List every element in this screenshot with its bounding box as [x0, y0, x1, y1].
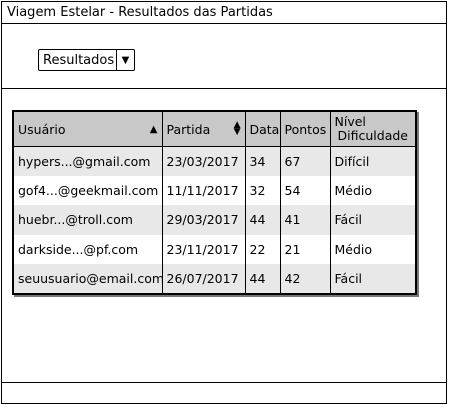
- cell-usuario: gof4...@geekmail.com: [14, 176, 162, 206]
- footer-divider: [2, 382, 446, 383]
- column-header-partida-label: Partida: [166, 121, 211, 137]
- triangle-down-icon[interactable]: ▼: [116, 50, 134, 70]
- table-row[interactable]: darkside...@pf.com 23/11/2017 22 21 Médi…: [14, 234, 415, 264]
- cell-nivel: Fácil: [329, 263, 415, 293]
- cell-usuario: huebr...@troll.com: [14, 205, 162, 235]
- results-table: Usuário ▲ Partida ▲ ▼ Data Pontos Nível …: [12, 110, 417, 295]
- column-header-data-label: Data: [249, 121, 280, 137]
- title-bar: Viagem Estelar - Resultados das Partidas: [2, 2, 446, 24]
- cell-pontos: 41: [279, 205, 330, 235]
- cell-nivel: Médio: [329, 176, 415, 206]
- table-row[interactable]: gof4...@geekmail.com 11/11/2017 32 54 Mé…: [14, 176, 415, 206]
- cell-usuario: seuusuario@email.com: [14, 263, 162, 293]
- cell-partida: 11/11/2017: [161, 176, 245, 206]
- column-header-nivel-line1: Nível: [334, 114, 366, 129]
- table-row[interactable]: huebr...@troll.com 29/03/2017 44 41 Fáci…: [14, 205, 415, 235]
- column-header-usuario-label: Usuário: [18, 121, 66, 137]
- sort-both-icon[interactable]: ▲ ▼: [234, 121, 241, 137]
- toolbar-divider: [2, 88, 446, 89]
- results-dropdown[interactable]: Resultados ▼: [38, 49, 135, 71]
- sort-ascending-icon[interactable]: ▲: [150, 124, 158, 135]
- cell-partida: 23/11/2017: [161, 234, 245, 264]
- cell-usuario: darkside...@pf.com: [14, 234, 162, 264]
- column-header-data[interactable]: Data: [244, 112, 280, 147]
- cell-pontos: 54: [279, 176, 330, 206]
- cell-data: 44: [244, 205, 280, 235]
- cell-pontos: 21: [279, 234, 330, 264]
- column-header-pontos[interactable]: Pontos: [279, 112, 330, 147]
- column-header-pontos-label: Pontos: [284, 121, 327, 137]
- cell-data: 44: [244, 263, 280, 293]
- table-header-row: Usuário ▲ Partida ▲ ▼ Data Pontos Nível …: [14, 112, 415, 147]
- table-row[interactable]: seuusuario@email.com 26/07/2017 44 42 Fá…: [14, 263, 415, 293]
- cell-pontos: 67: [279, 146, 330, 177]
- cell-data: 22: [244, 234, 280, 264]
- column-header-usuario[interactable]: Usuário ▲: [14, 112, 162, 147]
- window-title: Viagem Estelar - Resultados das Partidas: [7, 5, 273, 20]
- cell-partida: 29/03/2017: [161, 205, 245, 235]
- cell-data: 32: [244, 176, 280, 206]
- cell-nivel: Difícil: [329, 146, 415, 177]
- column-header-nivel-line2: Dificuldade: [337, 128, 408, 143]
- cell-pontos: 42: [279, 263, 330, 293]
- cell-nivel: Médio: [329, 234, 415, 264]
- cell-usuario: hypers...@gmail.com: [14, 146, 162, 177]
- cell-partida: 23/03/2017: [161, 146, 245, 177]
- app-window: Viagem Estelar - Resultados das Partidas…: [1, 1, 447, 404]
- cell-nivel: Fácil: [329, 205, 415, 235]
- table-row[interactable]: hypers...@gmail.com 23/03/2017 34 67 Dif…: [14, 146, 415, 177]
- cell-data: 34: [244, 146, 280, 177]
- column-header-nivel[interactable]: Nível Dificuldade: [329, 112, 415, 147]
- cell-partida: 26/07/2017: [161, 263, 245, 293]
- results-dropdown-value: Resultados: [43, 52, 115, 68]
- column-header-partida[interactable]: Partida ▲ ▼: [161, 112, 245, 147]
